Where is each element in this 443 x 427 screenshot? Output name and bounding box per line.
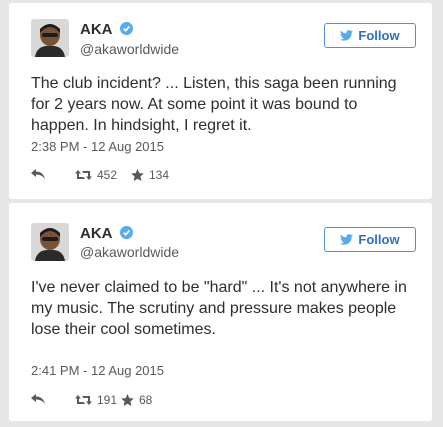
follow-label: Follow — [358, 28, 400, 43]
avatar[interactable] — [31, 19, 69, 57]
follow-label: Follow — [358, 232, 400, 247]
reply-icon — [31, 394, 45, 404]
author-name-text: AKA — [80, 21, 112, 38]
retweet-icon — [75, 170, 92, 180]
author-name[interactable]: AKA — [80, 225, 134, 242]
favorite-button[interactable]: 68 — [121, 393, 152, 407]
tweet-text: I've never claimed to be "hard" ... It's… — [31, 279, 407, 338]
tweet-card: AKA @akaworldwide Follow I've never clai… — [8, 202, 433, 422]
tweet-timestamp[interactable]: 2:38 PM - 12 Aug 2015 — [31, 139, 164, 154]
retweet-count: 191 — [97, 393, 118, 407]
author-name[interactable]: AKA — [80, 21, 134, 38]
favorite-count: 68 — [139, 393, 153, 407]
verified-badge-icon — [120, 226, 134, 239]
favorite-count: 134 — [149, 168, 170, 182]
avatar[interactable] — [31, 223, 69, 261]
reply-button[interactable] — [31, 393, 45, 405]
tweet-card: AKA @akaworldwide Follow The club incide… — [8, 2, 433, 200]
author-handle[interactable]: @akaworldwide — [80, 244, 179, 260]
follow-button[interactable]: Follow — [324, 23, 416, 48]
retweet-button[interactable]: 191 — [75, 393, 117, 407]
author-handle[interactable]: @akaworldwide — [80, 41, 179, 57]
reply-icon — [31, 169, 45, 179]
reply-button[interactable] — [31, 168, 45, 180]
tweet-timestamp[interactable]: 2:41 PM - 12 Aug 2015 — [31, 363, 164, 378]
retweet-icon — [75, 395, 92, 405]
retweet-count: 452 — [97, 168, 118, 182]
favorite-button[interactable]: 134 — [131, 168, 169, 182]
verified-badge-icon — [120, 22, 134, 35]
twitter-bird-icon — [340, 30, 354, 41]
follow-button[interactable]: Follow — [324, 227, 416, 252]
star-icon — [121, 394, 134, 406]
star-icon — [131, 169, 144, 181]
author-name-text: AKA — [80, 225, 112, 242]
twitter-bird-icon — [340, 234, 354, 245]
tweet-text: The club incident? ... Listen, this saga… — [31, 75, 397, 134]
retweet-button[interactable]: 452 — [75, 168, 117, 182]
